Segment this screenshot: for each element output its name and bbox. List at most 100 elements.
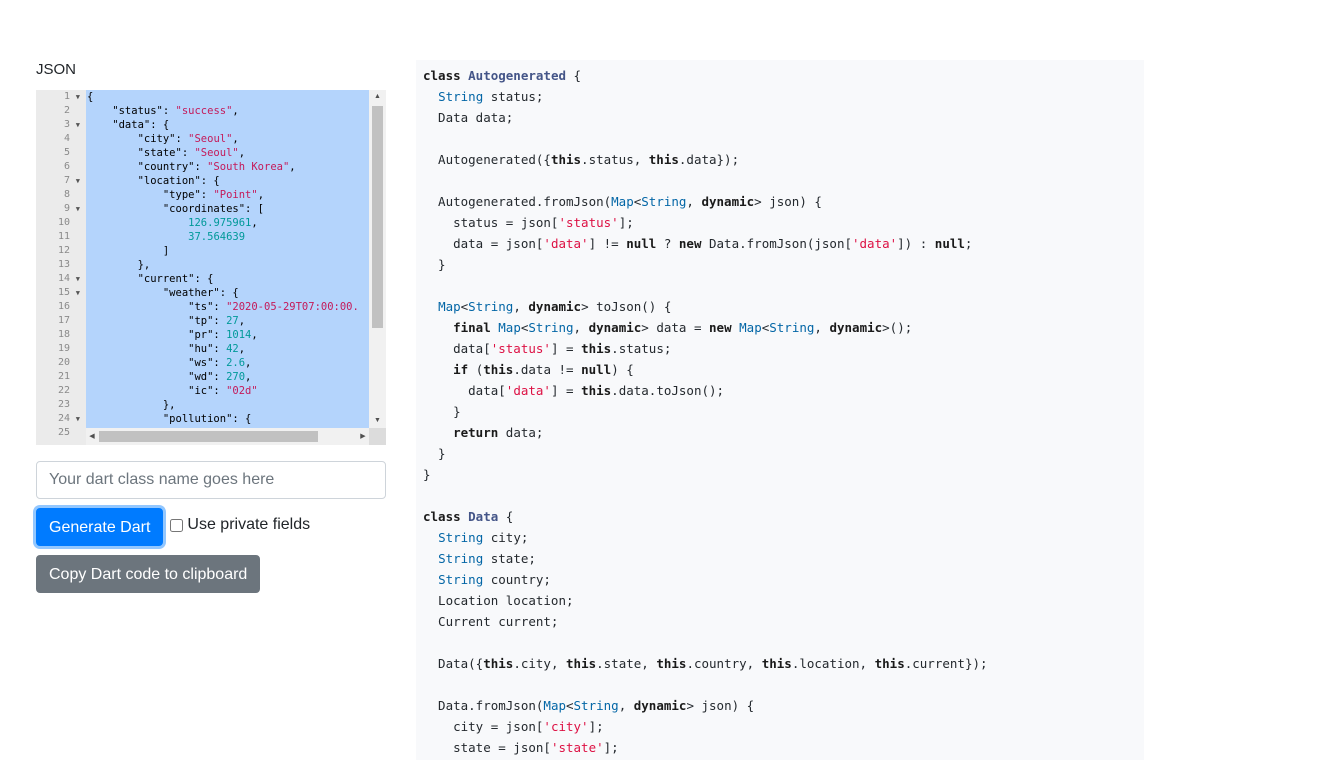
copy-dart-button[interactable]: Copy Dart code to clipboard bbox=[36, 555, 261, 593]
generate-dart-button[interactable]: Generate Dart bbox=[36, 508, 164, 546]
dart-token: city; bbox=[483, 530, 529, 545]
dart-token: ]; bbox=[618, 215, 634, 230]
fold-arrow-icon[interactable]: ▼ bbox=[76, 272, 80, 286]
dart-line: Data.fromJson(Map<String, dynamic> json)… bbox=[423, 695, 988, 716]
dart-token: Data bbox=[468, 509, 499, 524]
dart-line: Map<String, dynamic> toJson() { bbox=[423, 296, 988, 317]
code-line: "state": "Seoul", bbox=[86, 146, 369, 160]
code-token: "ts": bbox=[87, 301, 227, 313]
code-token: "Seoul" bbox=[188, 133, 233, 145]
code-line: "hu": 42, bbox=[86, 342, 369, 356]
dart-token: 'status' bbox=[490, 341, 551, 356]
dart-token: .state, bbox=[596, 656, 657, 671]
dart-line bbox=[423, 128, 988, 149]
dart-token: data[ bbox=[423, 383, 506, 398]
dart-token: null bbox=[581, 362, 612, 377]
code-token: 126.975961 bbox=[188, 217, 252, 229]
line-number: 9 ▼ bbox=[63, 202, 80, 216]
line-number-gutter: 1 ▼ 2 3 ▼ 4 5 6 7 ▼ 8 9 ▼ 10 11 12 13 14 ▼ 15 ▼ 16 17 18 19 20 21 2… bbox=[36, 90, 86, 445]
private-fields-label: Use private fields bbox=[187, 516, 311, 533]
dart-token: > data = bbox=[641, 320, 710, 335]
dart-token: Map bbox=[739, 320, 762, 335]
dart-token: Autogenerated.fromJson( bbox=[423, 194, 612, 209]
dart-token: String bbox=[438, 530, 484, 545]
dart-token bbox=[423, 362, 453, 377]
private-fields-option[interactable]: Use private fields bbox=[170, 516, 310, 534]
dart-token: dynamic bbox=[701, 194, 755, 209]
dart-token: , bbox=[814, 320, 830, 335]
code-token: "location": { bbox=[87, 175, 220, 187]
line-number: 19 bbox=[57, 343, 70, 354]
code-token: "ws": bbox=[87, 357, 227, 369]
fold-arrow-icon[interactable]: ▼ bbox=[76, 202, 80, 216]
dart-token: dynamic bbox=[588, 320, 642, 335]
dart-line: class Data { bbox=[423, 506, 988, 527]
code-token: "city": bbox=[87, 133, 189, 145]
class-name-input[interactable] bbox=[36, 461, 386, 499]
dart-line bbox=[423, 275, 988, 296]
code-line: "type": "Point", bbox=[86, 188, 369, 202]
vertical-scrollbar[interactable]: ▲ ▼ bbox=[369, 90, 386, 428]
dart-token: null bbox=[934, 236, 965, 251]
fold-arrow-icon[interactable]: ▼ bbox=[76, 90, 80, 104]
dart-token: null bbox=[626, 236, 657, 251]
scroll-left-arrow-icon[interactable]: ◀ bbox=[86, 428, 98, 445]
code-token: "success" bbox=[175, 105, 233, 117]
json-code-area[interactable]: { "status": "success", "data": { "city":… bbox=[86, 90, 369, 428]
horizontal-scrollbar[interactable]: ◀ ▶ bbox=[86, 428, 369, 445]
code-token: , bbox=[232, 105, 239, 117]
code-token: "ic": bbox=[87, 385, 227, 397]
generate-row: Generate Dart Use private fields bbox=[36, 507, 386, 547]
code-line: { bbox=[86, 90, 369, 104]
line-number: 10 bbox=[57, 217, 70, 228]
dart-token: > json) { bbox=[686, 698, 755, 713]
line-number: 12 bbox=[57, 245, 70, 256]
code-token: "pollution": { bbox=[87, 413, 252, 425]
dart-token: Data({ bbox=[423, 656, 484, 671]
dart-token: Map bbox=[611, 194, 634, 209]
line-number: 14 ▼ bbox=[57, 272, 80, 286]
fold-arrow-icon[interactable]: ▼ bbox=[76, 286, 80, 300]
scroll-down-arrow-icon[interactable]: ▼ bbox=[369, 414, 386, 428]
dart-token: .country, bbox=[686, 656, 762, 671]
horizontal-scroll-thumb[interactable] bbox=[99, 431, 318, 442]
dart-line bbox=[423, 485, 988, 506]
code-token: "type": bbox=[87, 189, 214, 201]
dart-line: return data; bbox=[423, 422, 988, 443]
dart-token: , bbox=[618, 698, 634, 713]
dart-token: final bbox=[453, 320, 491, 335]
fold-arrow-icon[interactable]: ▼ bbox=[76, 412, 80, 426]
dart-token: dynamic bbox=[829, 320, 883, 335]
dart-line: data['data'] = this.data.toJson(); bbox=[423, 380, 988, 401]
dart-token: .status, bbox=[581, 152, 649, 167]
dart-token: Map bbox=[438, 299, 461, 314]
dart-token: status; bbox=[483, 89, 544, 104]
code-token: "hu": bbox=[87, 343, 227, 355]
dart-token: 'data' bbox=[543, 236, 589, 251]
code-token: , bbox=[245, 371, 252, 383]
dart-line: data['status'] = this.status; bbox=[423, 338, 988, 359]
code-line: "pollution": { bbox=[86, 412, 369, 426]
scroll-right-arrow-icon[interactable]: ▶ bbox=[357, 428, 369, 445]
dart-token: } bbox=[423, 446, 446, 461]
fold-arrow-icon[interactable]: ▼ bbox=[76, 118, 80, 132]
dart-token: } bbox=[423, 404, 461, 419]
dart-token: ]; bbox=[603, 740, 619, 755]
fold-arrow-icon[interactable]: ▼ bbox=[76, 174, 80, 188]
line-number: 21 bbox=[57, 371, 70, 382]
scroll-up-arrow-icon[interactable]: ▲ bbox=[369, 90, 386, 104]
private-fields-checkbox[interactable] bbox=[170, 518, 184, 532]
code-token: , bbox=[238, 315, 246, 327]
dart-token: return bbox=[453, 425, 499, 440]
code-token: , bbox=[251, 217, 258, 229]
json-panel: JSON 1 ▼ 2 3 ▼ 4 5 6 7 ▼ 8 9 ▼ 10 11 12 13 14 ▼ 15 ▼ 16 17 18 19… bbox=[36, 60, 386, 593]
dart-token: .current}); bbox=[904, 656, 988, 671]
dart-token bbox=[423, 530, 438, 545]
code-token: }, bbox=[87, 399, 176, 411]
code-line: "city": "Seoul", bbox=[86, 132, 369, 146]
json-editor[interactable]: 1 ▼ 2 3 ▼ 4 5 6 7 ▼ 8 9 ▼ 10 11 12 13 14 ▼ 15 ▼ 16 17 18 19 20 21 2… bbox=[36, 90, 386, 445]
code-line: "country": "South Korea", bbox=[86, 160, 369, 174]
vertical-scroll-thumb[interactable] bbox=[372, 106, 383, 328]
dart-token: ] = bbox=[550, 341, 582, 356]
dart-token: .city, bbox=[513, 656, 567, 671]
